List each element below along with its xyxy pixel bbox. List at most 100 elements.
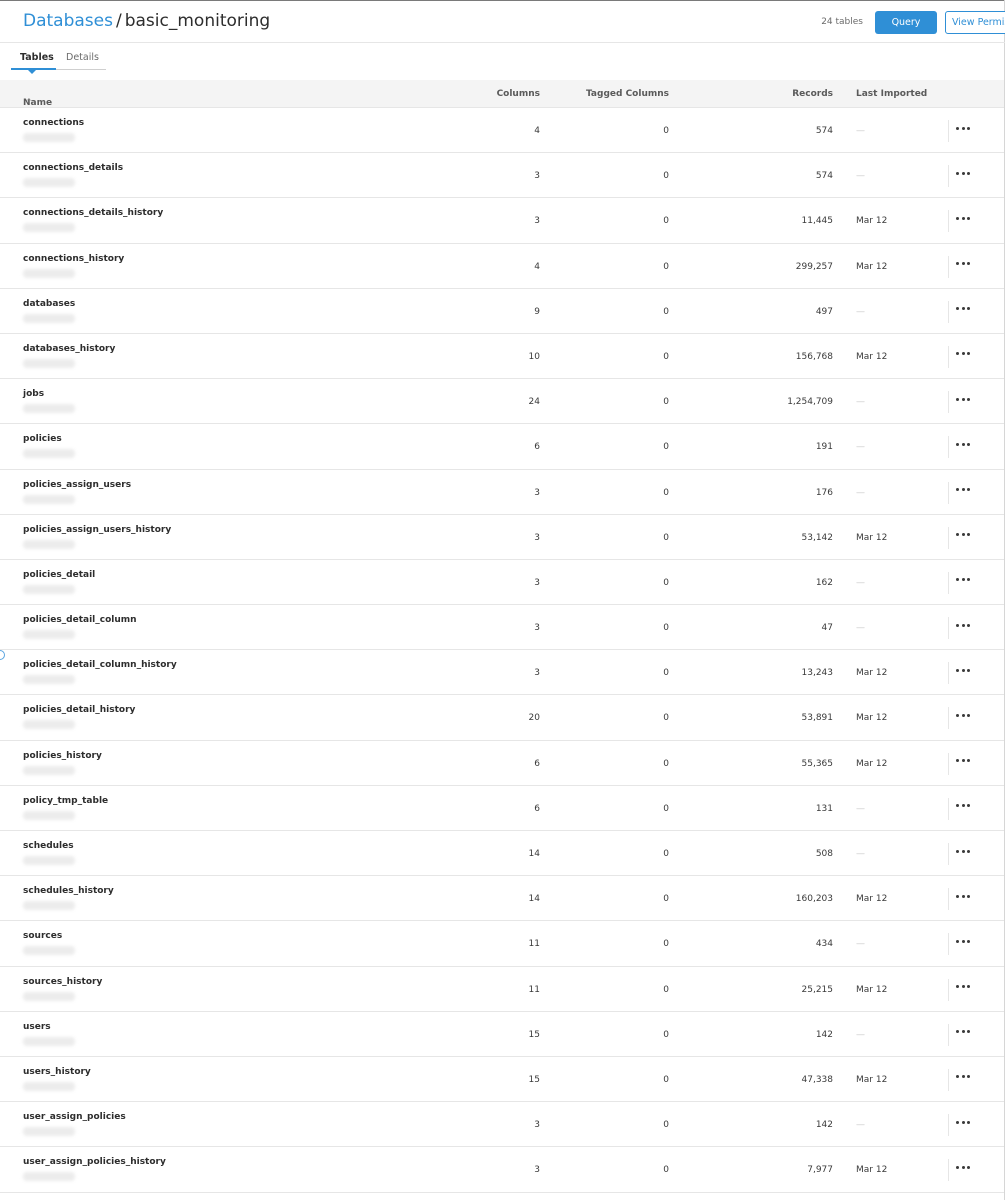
table-name-link[interactable]: databases — [23, 299, 75, 309]
table-row[interactable]: sources 11 0 434 — — [0, 921, 1004, 967]
table-row[interactable]: policies_detail_history 20 0 53,891 Mar 12 — [0, 695, 1004, 741]
more-options-icon[interactable] — [956, 798, 970, 814]
more-options-icon[interactable] — [956, 617, 970, 633]
column-count: 11 — [528, 939, 540, 950]
more-options-icon[interactable] — [956, 1159, 970, 1175]
table-row[interactable]: policy_tmp_table 6 0 131 — — [0, 786, 1004, 831]
table-name-link[interactable]: policies_detail — [23, 570, 95, 580]
more-options-icon[interactable] — [956, 1114, 970, 1130]
table-row[interactable]: jobs 24 0 1,254,709 — — [0, 379, 1004, 425]
column-count: 3 — [534, 1165, 540, 1176]
table-name-link[interactable]: schedules — [23, 841, 74, 851]
table-name-link[interactable]: user_assign_policies_history — [23, 1157, 166, 1167]
table-row[interactable]: schedules 14 0 508 — — [0, 831, 1004, 877]
tab-details[interactable]: Details — [66, 52, 99, 63]
more-options-icon[interactable] — [956, 165, 970, 181]
table-row[interactable]: policies_detail_column 3 0 47 — — [0, 605, 1004, 651]
more-options-icon[interactable] — [956, 888, 970, 904]
table-description-blurred — [23, 810, 75, 820]
more-options-icon[interactable] — [956, 1069, 970, 1085]
table-row[interactable]: connections_details 3 0 574 — — [0, 153, 1004, 199]
table-row[interactable]: policies_detail 3 0 162 — — [0, 560, 1004, 606]
table-row[interactable]: databases_history 10 0 156,768 Mar 12 — [0, 334, 1004, 380]
column-count: 14 — [528, 894, 540, 905]
table-row[interactable]: connections_history 4 0 299,257 Mar 12 — [0, 244, 1004, 289]
column-count: 14 — [528, 849, 540, 859]
table-name-link[interactable]: jobs — [23, 389, 44, 399]
column-header-records[interactable]: Records — [792, 89, 833, 99]
table-row[interactable]: users 15 0 142 — — [0, 1012, 1004, 1057]
table-name-link[interactable]: connections_details — [23, 163, 123, 173]
row-divider — [948, 345, 949, 368]
table-row[interactable]: policies_assign_users_history 3 0 53,142 Mar… — [0, 515, 1004, 560]
more-options-icon[interactable] — [956, 391, 970, 407]
table-row[interactable]: connections 4 0 574 — — [0, 108, 1004, 154]
more-options-icon[interactable] — [956, 256, 970, 272]
column-count: 3 — [534, 487, 540, 498]
tab-tables[interactable]: Tables — [20, 52, 54, 63]
table-name-link[interactable]: policies_detail_column — [23, 615, 137, 625]
table-name-link[interactable]: users_history — [23, 1067, 91, 1077]
breadcrumb-databases-link[interactable]: Databases — [23, 11, 113, 31]
more-options-icon[interactable] — [956, 210, 970, 226]
last-imported: — — [856, 487, 865, 498]
table-name-link[interactable]: policies_history — [23, 751, 102, 761]
table-name-link[interactable]: sources_history — [23, 977, 102, 987]
table-name-link[interactable]: policies_assign_users_history — [23, 525, 171, 535]
more-options-icon[interactable] — [956, 1024, 970, 1040]
column-header-columns[interactable]: Columns — [497, 89, 540, 99]
table-description-blurred — [23, 223, 75, 233]
tagged-column-count: 0 — [663, 171, 669, 182]
more-options-icon[interactable] — [956, 843, 970, 859]
table-description-blurred — [23, 856, 75, 865]
more-options-icon[interactable] — [956, 572, 970, 588]
more-options-icon[interactable] — [956, 120, 970, 136]
more-options-icon[interactable] — [956, 436, 970, 452]
table-row[interactable]: user_assign_policies 3 0 142 — — [0, 1102, 1004, 1148]
more-options-icon[interactable] — [956, 753, 970, 769]
table-name-link[interactable]: user_assign_policies — [23, 1112, 126, 1122]
table-row[interactable]: sources_history 11 0 25,215 Mar 12 — [0, 967, 1004, 1012]
table-name-link[interactable]: connections_details_history — [23, 208, 163, 218]
table-row[interactable]: users_history 15 0 47,338 Mar 12 — [0, 1057, 1004, 1103]
more-options-icon[interactable] — [956, 301, 970, 317]
table-row[interactable]: databases 9 0 497 — — [0, 289, 1004, 334]
table-name-link[interactable]: schedules_history — [23, 886, 114, 896]
table-row[interactable]: schedules_history 14 0 160,203 Mar 12 — [0, 876, 1004, 922]
more-options-icon[interactable] — [956, 662, 970, 678]
more-options-icon[interactable] — [956, 707, 970, 723]
more-options-icon[interactable] — [956, 346, 970, 362]
table-description-blurred — [23, 675, 75, 685]
table-row[interactable]: connections_details_history 3 0 11,445 Mar 1… — [0, 198, 1004, 244]
more-options-icon[interactable] — [956, 482, 970, 498]
table-name-link[interactable]: policies_detail_history — [23, 705, 135, 715]
column-count: 15 — [528, 1029, 540, 1040]
table-name-link[interactable]: policies — [23, 434, 62, 444]
view-permissions-button[interactable]: View Permissions — [945, 11, 1005, 34]
table-name-link[interactable]: connections — [23, 118, 84, 128]
table-name-link[interactable]: policy_tmp_table — [23, 796, 108, 806]
table-row[interactable]: policies_detail_column_history 3 0 13,243 Ma… — [0, 650, 1004, 696]
record-count: 142 — [815, 1120, 833, 1131]
table-name-link[interactable]: policies_detail_column_history — [23, 660, 177, 670]
table-name-link[interactable]: databases_history — [23, 344, 115, 354]
query-button[interactable]: Query — [875, 11, 937, 34]
table-name-link[interactable]: policies_assign_users — [23, 480, 131, 490]
tagged-column-count: 0 — [663, 442, 669, 453]
last-imported: — — [856, 171, 865, 182]
table-description-blurred — [23, 1081, 75, 1091]
column-count: 3 — [534, 171, 540, 182]
tagged-column-count: 0 — [663, 984, 669, 995]
table-row[interactable]: policies 6 0 191 — — [0, 424, 1004, 470]
more-options-icon[interactable] — [956, 979, 970, 995]
column-header-last-imported[interactable]: Last Imported — [856, 89, 927, 99]
more-options-icon[interactable] — [956, 527, 970, 543]
column-header-tagged-columns[interactable]: Tagged Columns — [586, 89, 669, 99]
table-name-link[interactable]: sources — [23, 931, 62, 941]
table-name-link[interactable]: users — [23, 1022, 51, 1032]
table-row[interactable]: user_assign_policies_history 3 0 7,977 Mar 1… — [0, 1147, 1004, 1193]
table-row[interactable]: policies_history 6 0 55,365 Mar 12 — [0, 741, 1004, 786]
table-row[interactable]: policies_assign_users 3 0 176 — — [0, 470, 1004, 515]
table-name-link[interactable]: connections_history — [23, 254, 124, 264]
more-options-icon[interactable] — [956, 933, 970, 949]
